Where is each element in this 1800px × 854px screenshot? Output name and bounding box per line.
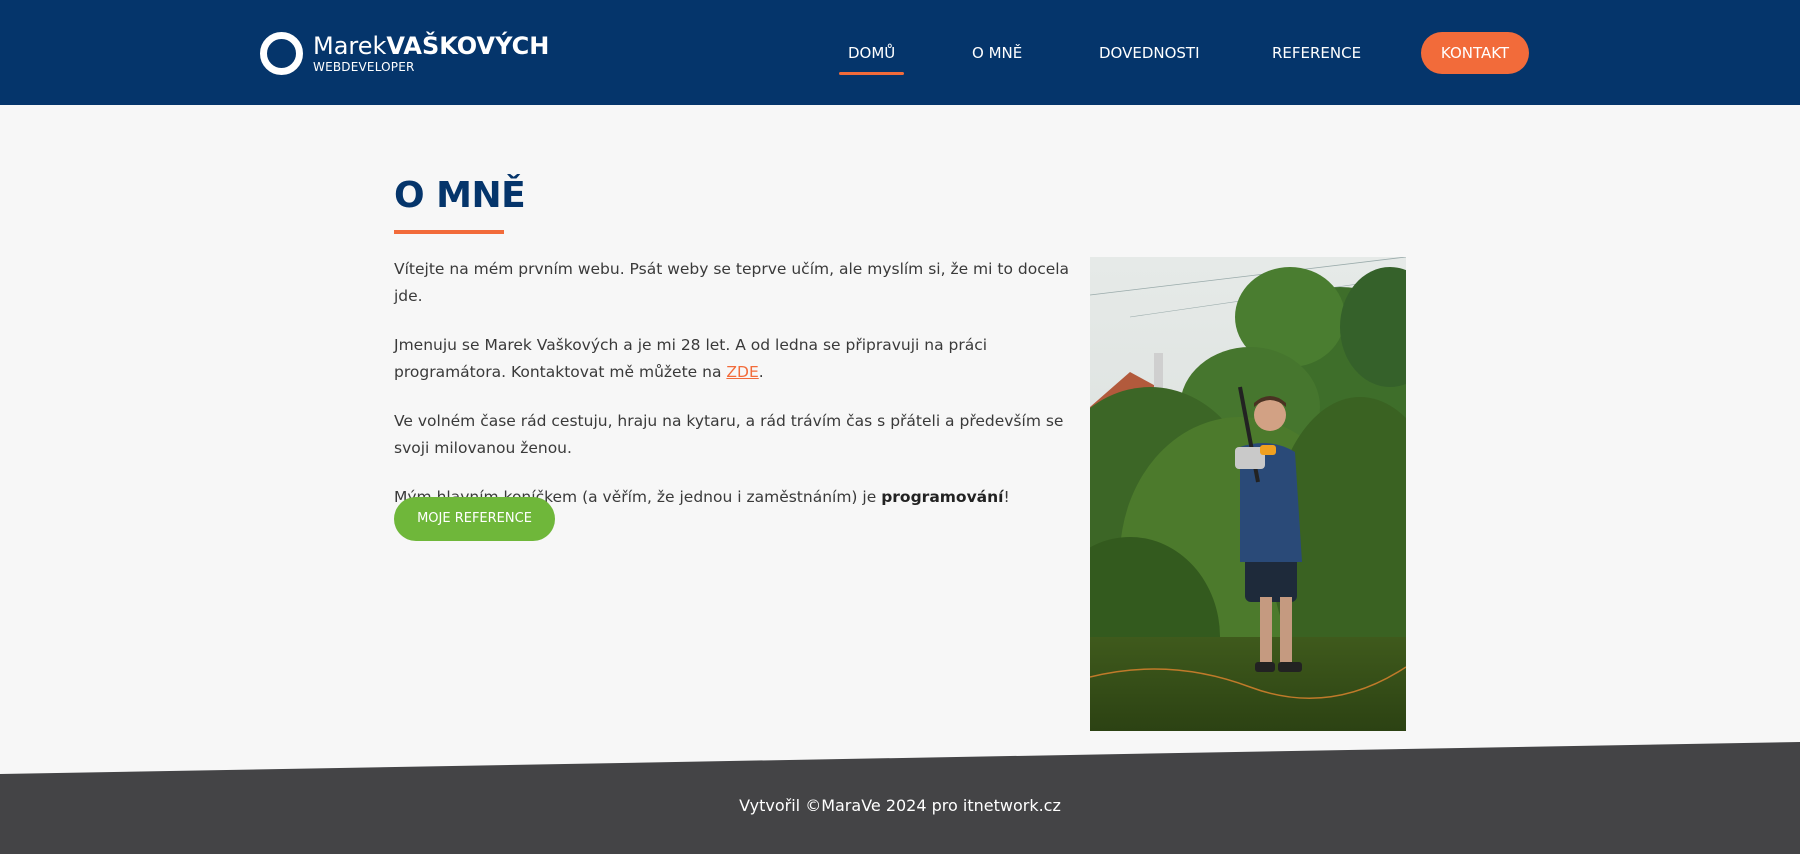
paragraph-hobbies: Ve volném čase rád cestuju, hraju na kyt… — [394, 412, 1064, 457]
intro-end: . — [758, 363, 764, 381]
profile-photo — [1090, 257, 1406, 731]
main-hobby-bold: programování — [881, 488, 1004, 506]
nav-item-domu[interactable]: DOMŮ — [838, 32, 905, 75]
paragraph-welcome: Vítejte na mém prvním webu. Psát weby se… — [394, 260, 1070, 305]
about-text: Vítejte na mém prvním webu. Psát weby se… — [394, 256, 1084, 533]
contact-button[interactable]: KONTAKT — [1421, 32, 1529, 74]
site-footer: Vytvořil ©MaraVe 2024 pro itnetwork.cz — [0, 742, 1800, 854]
title-underline — [394, 230, 504, 234]
main-hobby-end: ! — [1003, 488, 1010, 506]
contact-link[interactable]: ZDE — [726, 363, 758, 381]
intro-text: Jmenuju se Marek Vaškových a je mi 28 le… — [394, 336, 988, 381]
paragraph-intro: Jmenuju se Marek Vaškových a je mi 28 le… — [394, 332, 1084, 386]
main-nav: DOMŮ O MNĚ DOVEDNOSTI REFERENCE KONTAKT — [0, 32, 1800, 75]
nav-item-dovednosti[interactable]: DOVEDNOSTI — [1099, 32, 1200, 74]
references-button[interactable]: MOJE REFERENCE — [394, 497, 555, 541]
nav-item-reference[interactable]: REFERENCE — [1272, 32, 1361, 74]
site-header: MarekVAŠKOVÝCH WEBDEVELOPER DOMŮ O MNĚ D… — [0, 0, 1800, 105]
nav-item-o-mne[interactable]: O MNĚ — [972, 32, 1022, 74]
footer-credit: Vytvořil ©MaraVe 2024 pro itnetwork.cz — [739, 796, 1061, 815]
page-title: O MNĚ — [394, 175, 526, 216]
